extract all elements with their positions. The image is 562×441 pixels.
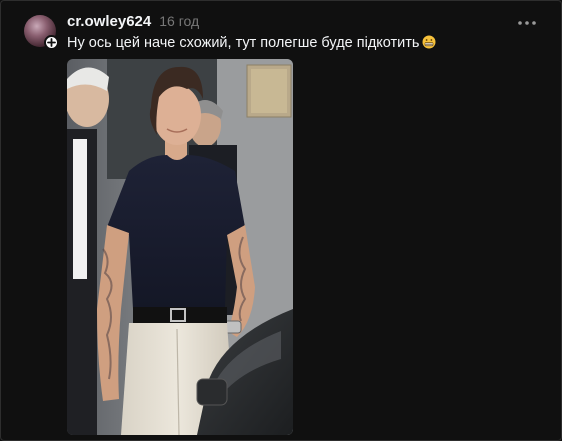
follow-button[interactable] bbox=[44, 35, 59, 50]
attached-photo bbox=[67, 59, 293, 435]
thread-frame: cr.owley624 16 год Ну ось цей наче схожи… bbox=[0, 0, 562, 441]
avatar-container[interactable] bbox=[24, 15, 59, 50]
post-header: cr.owley624 16 год bbox=[67, 13, 199, 33]
thread-post: cr.owley624 16 год Ну ось цей наче схожи… bbox=[1, 1, 561, 440]
more-horizontal-icon bbox=[518, 21, 536, 25]
grimacing-face-icon bbox=[422, 35, 436, 49]
post-caption: Ну ось цей наче схожий, тут полегше буде… bbox=[67, 35, 436, 51]
plus-icon bbox=[47, 38, 56, 47]
username-link[interactable]: cr.owley624 bbox=[67, 13, 151, 30]
post-timestamp[interactable]: 16 год bbox=[159, 13, 199, 29]
more-options-button[interactable] bbox=[515, 13, 539, 33]
caption-text: Ну ось цей наче схожий, тут полегше буде… bbox=[67, 35, 420, 51]
post-photo[interactable] bbox=[67, 59, 293, 435]
